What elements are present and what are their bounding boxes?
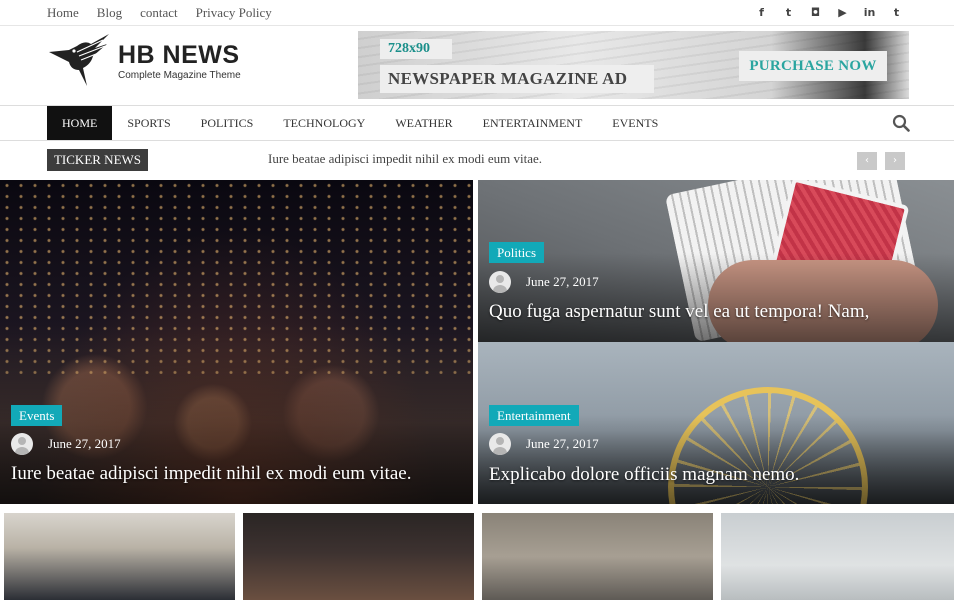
nav-item-sports[interactable]: SPORTS [112,106,185,140]
ad-banner[interactable]: 728x90 NEWSPAPER MAGAZINE AD PURCHASE NO… [358,31,909,99]
post-title[interactable]: Quo fuga aspernatur sunt vel ea ut tempo… [489,301,869,323]
search-icon[interactable] [892,114,910,132]
category-badge[interactable]: Politics [489,242,545,263]
post-date: June 27, 2017 [48,436,121,451]
post-title[interactable]: Iure beatae adipisci impedit nihil ex mo… [11,463,411,485]
nav-item-events[interactable]: EVENTS [597,106,673,140]
ticker-prev-button[interactable]: ‹ [857,152,877,170]
purchase-now-button[interactable]: PURCHASE NOW [739,51,887,81]
featured-post-politics[interactable]: Politics June 27, 2017 Quo fuga aspernat… [478,180,954,342]
post-thumbnail-sky[interactable] [721,513,954,600]
nav-item-home[interactable]: HOME [47,106,113,140]
site-tagline: Complete Magazine Theme [118,70,241,81]
post-meta: June 27, 2017 [11,433,121,455]
ticker-text[interactable]: Iure beatae adipisci impedit nihil ex mo… [268,151,542,167]
ad-size-label: 728x90 [380,39,452,59]
post-title[interactable]: Explicabo dolore officiis magnam nemo. [489,464,799,486]
social-icons: f t ◘ ▶ in t [748,6,910,19]
nav-item-technology[interactable]: TECHNOLOGY [268,106,380,140]
linkedin-icon[interactable]: in [856,6,883,19]
nav-item-weather[interactable]: WEATHER [380,106,467,140]
top-bar: Home Blog contact Privacy Policy f t ◘ ▶… [0,0,954,26]
post-date: June 27, 2017 [526,436,599,451]
post-meta: June 27, 2017 [489,433,599,455]
category-badge[interactable]: Entertainment [489,405,579,426]
ad-title: NEWSPAPER MAGAZINE AD [380,65,654,93]
avatar [11,433,33,455]
post-meta: June 27, 2017 [489,271,599,293]
site-title: HB NEWS [118,41,240,69]
post-thumbnail-cyclists[interactable] [4,513,235,600]
avatar [489,271,511,293]
top-link-home[interactable]: Home [47,5,79,21]
site-logo[interactable]: HB NEWS Complete Magazine Theme [47,30,247,94]
ticker-next-button[interactable]: › [885,152,905,170]
main-nav: HOME SPORTS POLITICS TECHNOLOGY WEATHER … [0,105,954,141]
hummingbird-icon [49,34,109,86]
top-link-privacy-policy[interactable]: Privacy Policy [196,5,272,21]
category-badge[interactable]: Events [11,405,63,426]
ticker-label: TICKER NEWS [47,149,148,171]
nav-item-entertainment[interactable]: ENTERTAINMENT [468,106,598,140]
featured-post-entertainment[interactable]: Entertainment June 27, 2017 Explicabo do… [478,342,954,504]
twitter-icon[interactable]: t [775,6,802,19]
post-thumbnail-sunset[interactable] [243,513,474,600]
avatar [489,433,511,455]
youtube-icon[interactable]: ▶ [829,6,856,19]
top-link-blog[interactable]: Blog [97,5,122,21]
top-links: Home Blog contact Privacy Policy [47,5,290,21]
tumblr-icon[interactable]: t [883,6,910,19]
post-date: June 27, 2017 [526,274,599,289]
top-link-contact[interactable]: contact [140,5,178,21]
nav-item-politics[interactable]: POLITICS [186,106,269,140]
featured-post-main[interactable]: Events June 27, 2017 Iure beatae adipisc… [0,180,473,504]
instagram-icon[interactable]: ◘ [802,6,829,19]
post-thumbnail-camera[interactable] [482,513,713,600]
facebook-icon[interactable]: f [748,6,775,19]
